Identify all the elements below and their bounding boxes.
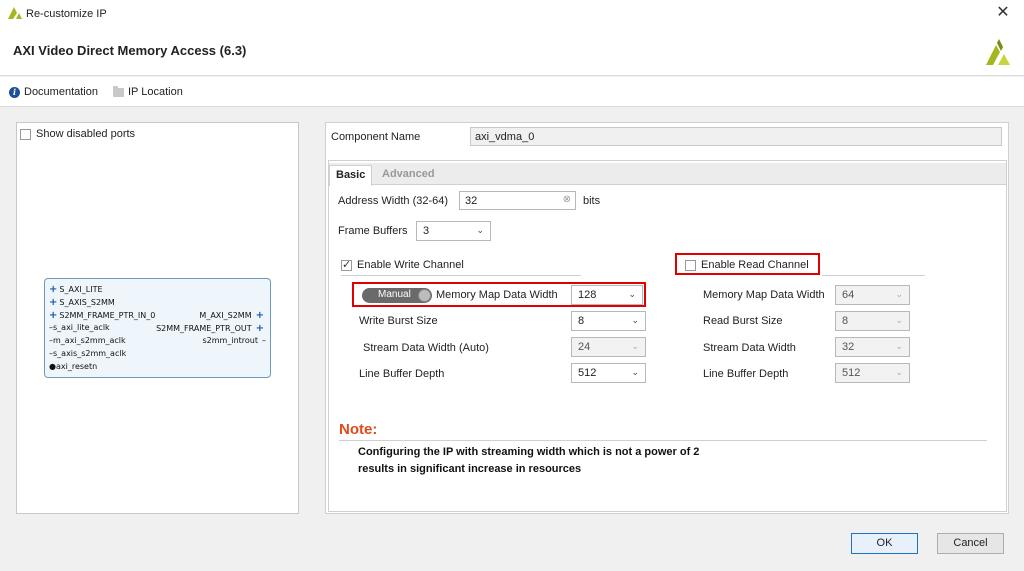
chevron-down-icon: ⌄ [895, 367, 903, 377]
note-line-2: results in significant increase in resou… [358, 463, 582, 475]
write-burst-size-value: 8 [578, 315, 585, 327]
read-stream-width-value: 32 [842, 341, 855, 353]
port-s2mm-introut: s2mm_introut – [202, 336, 267, 345]
chevron-down-icon: ⌄ [631, 315, 639, 325]
info-icon: i [9, 86, 20, 98]
ip-title: AXI Video Direct Memory Access (6.3) [13, 43, 247, 58]
title-bar: Re-customize IP ✕ [0, 0, 1024, 28]
port-m-axi-s2mm: M_AXI_S2MM + [199, 310, 264, 321]
clear-icon[interactable]: ⊗ [563, 194, 571, 205]
write-divider [341, 275, 581, 276]
read-stream-width-select: 32 ⌄ [835, 337, 910, 357]
write-line-buffer-label: Line Buffer Depth [359, 368, 445, 380]
port-s-axis-s2mm-aclk: –s_axis_s2mm_aclk [49, 349, 127, 358]
port-s-axi-lite-aclk: –s_axi_lite_aclk [49, 323, 110, 332]
enable-read-channel-label: Enable Read Channel [701, 259, 809, 271]
chevron-down-icon: ⌄ [895, 341, 903, 351]
ok-button[interactable]: OK [851, 533, 918, 554]
dialog-header: AXI Video Direct Memory Access (6.3) [0, 28, 1024, 76]
note-divider [339, 440, 987, 441]
frame-buffers-select[interactable]: 3 ⌄ [416, 221, 491, 241]
component-name-input[interactable]: axi_vdma_0 [470, 127, 1002, 146]
show-disabled-ports-checkbox[interactable] [20, 128, 31, 140]
read-line-buffer-value: 512 [842, 367, 861, 379]
write-line-buffer-select[interactable]: 512 ⌄ [571, 363, 646, 383]
note-line-1: Configuring the IP with streaming width … [358, 446, 700, 458]
port-axi-resetn: ●axi_resetn [49, 362, 98, 371]
enable-write-channel-checkbox[interactable] [341, 258, 352, 271]
write-mm-data-width-value: 128 [578, 289, 597, 301]
port-s2mm-frame-ptr-in: + S2MM_FRAME_PTR_IN_0 [49, 310, 156, 321]
xilinx-logo-icon [986, 39, 1010, 65]
ip-location-link[interactable]: IP Location [113, 85, 183, 98]
enable-read-channel-checkbox[interactable] [685, 259, 696, 271]
write-stream-width-select: 24 ⌄ [571, 337, 646, 357]
xilinx-logo-icon [8, 7, 22, 19]
documentation-link[interactable]: i Documentation [9, 86, 98, 98]
toggle-knob [418, 289, 431, 302]
port-s-axi-lite: + S_AXI_LITE [49, 284, 103, 295]
read-mm-data-width-label: Memory Map Data Width [703, 289, 825, 301]
show-disabled-ports-label: Show disabled ports [36, 128, 136, 140]
read-mm-data-width-select: 64 ⌄ [835, 285, 910, 305]
write-burst-size-label: Write Burst Size [359, 315, 438, 327]
show-disabled-ports-option[interactable]: Show disabled ports [20, 128, 135, 140]
write-mm-data-width-label: Memory Map Data Width [436, 289, 558, 301]
chevron-down-icon: ⌄ [476, 225, 484, 235]
folder-icon [113, 85, 124, 97]
documentation-label: Documentation [24, 86, 98, 98]
frame-buffers-value: 3 [423, 225, 430, 237]
address-width-label: Address Width (32-64) [338, 195, 449, 207]
manual-toggle-label: Manual [378, 289, 411, 300]
write-burst-size-select[interactable]: 8 ⌄ [571, 311, 646, 331]
enable-write-channel-label: Enable Write Channel [357, 259, 464, 271]
read-burst-size-value: 8 [842, 315, 849, 327]
chevron-down-icon: ⌄ [631, 367, 639, 377]
address-width-unit: bits [583, 195, 601, 207]
component-name-label: Component Name [331, 131, 421, 143]
cancel-button[interactable]: Cancel [937, 533, 1004, 554]
read-burst-size-label: Read Burst Size [703, 315, 783, 327]
read-line-buffer-select: 512 ⌄ [835, 363, 910, 383]
manual-toggle[interactable]: Manual [362, 288, 432, 303]
chevron-down-icon: ⌄ [895, 315, 903, 325]
tab-basic[interactable]: Basic [329, 165, 373, 186]
write-mm-data-width-select[interactable]: 128 ⌄ [571, 285, 643, 305]
enable-write-channel-option[interactable]: Enable Write Channel [341, 258, 464, 271]
enable-read-channel-option[interactable]: Enable Read Channel [685, 259, 809, 271]
chevron-down-icon: ⌄ [628, 289, 636, 299]
address-width-input[interactable]: 32 ⊗ [459, 191, 576, 210]
ip-block-symbol: + S_AXI_LITE + S_AXIS_S2MM + S2MM_FRAME_PTR… [44, 278, 271, 378]
read-stream-width-label: Stream Data Width [703, 342, 796, 354]
read-mm-data-width-value: 64 [842, 289, 855, 301]
tab-container [328, 160, 1007, 512]
port-s-axis-s2mm: + S_AXIS_S2MM [49, 297, 115, 308]
chevron-down-icon: ⌄ [631, 341, 639, 351]
note-title: Note: [339, 421, 378, 438]
chevron-down-icon: ⌄ [895, 289, 903, 299]
write-line-buffer-value: 512 [578, 367, 597, 379]
ip-location-label: IP Location [128, 86, 183, 98]
port-s2mm-frame-ptr-out: S2MM_FRAME_PTR_OUT + [156, 323, 264, 334]
port-m-axi-s2mm-aclk: –m_axi_s2mm_aclk [49, 336, 126, 345]
read-burst-size-select: 8 ⌄ [835, 311, 910, 331]
link-bar: i Documentation IP Location [0, 77, 1024, 107]
address-width-value: 32 [465, 195, 478, 207]
write-stream-width-value: 24 [578, 341, 591, 353]
read-line-buffer-label: Line Buffer Depth [703, 368, 789, 380]
frame-buffers-label: Frame Buffers [338, 225, 408, 237]
close-icon[interactable]: ✕ [994, 4, 1012, 22]
read-divider [822, 275, 925, 276]
window-title: Re-customize IP [26, 8, 107, 20]
write-stream-width-label: Stream Data Width (Auto) [363, 342, 489, 354]
tab-advanced[interactable]: Advanced [376, 165, 441, 186]
